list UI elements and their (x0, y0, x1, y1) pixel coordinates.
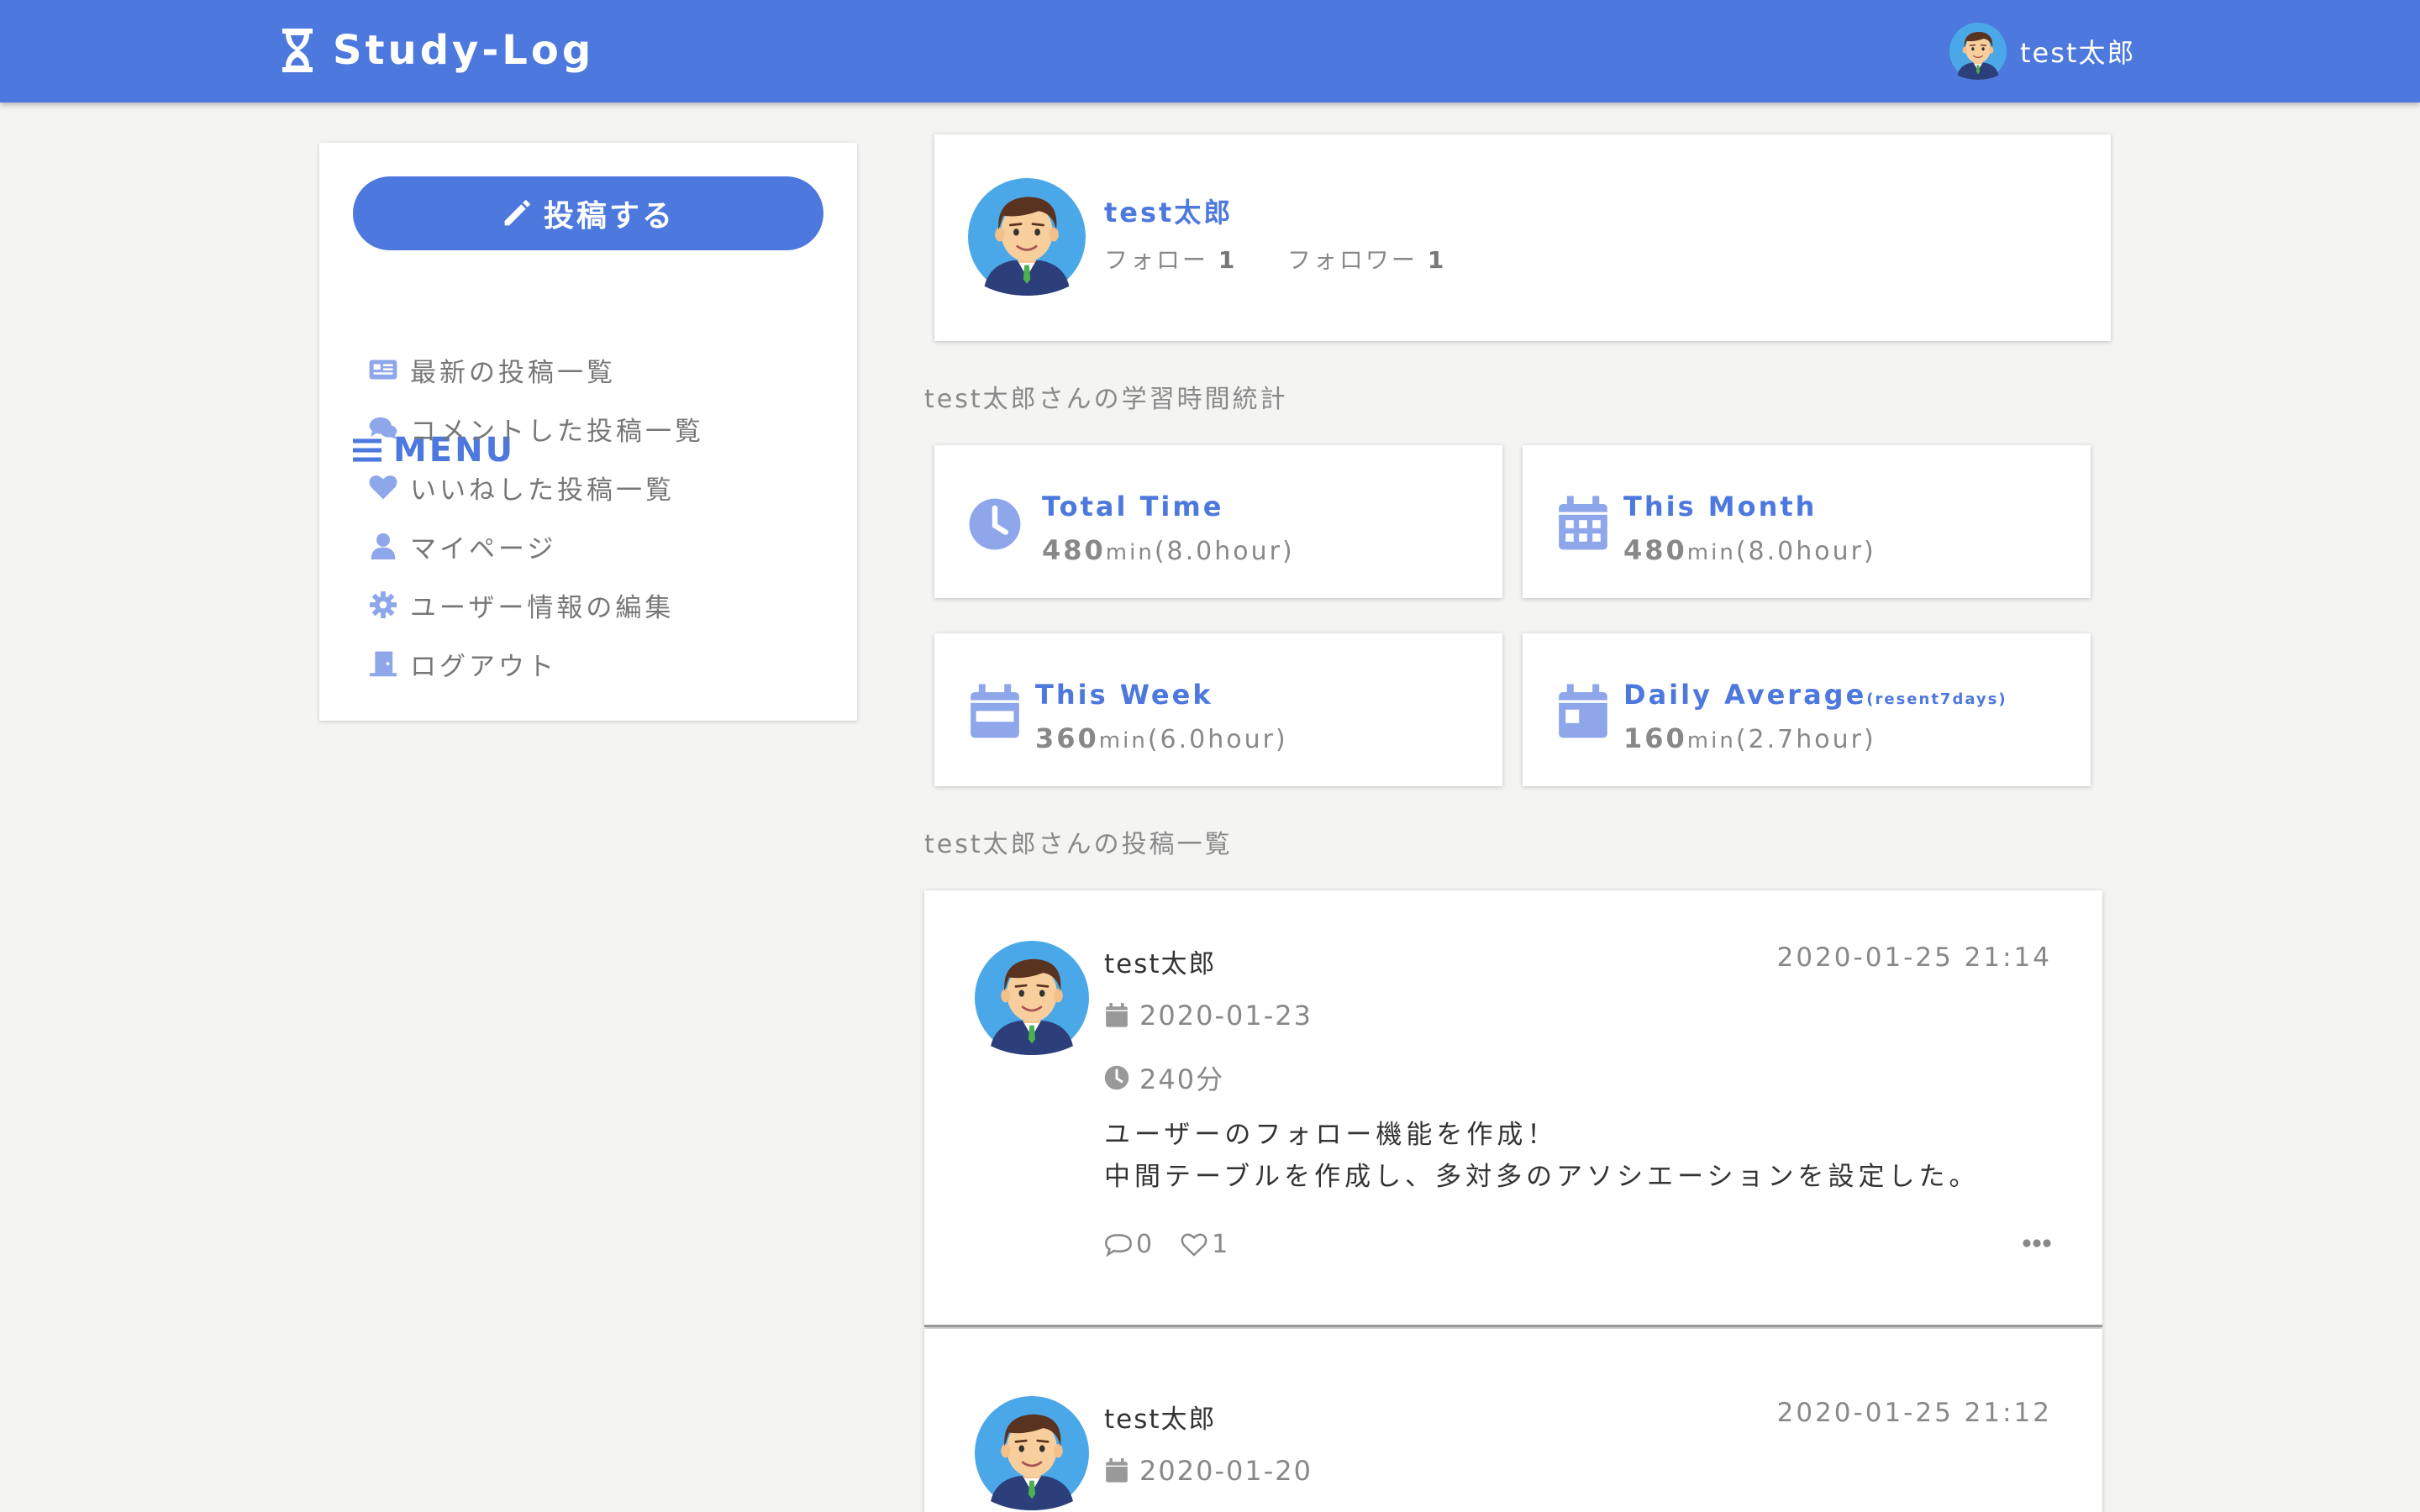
sidebar-item-latest-posts[interactable]: 最新の投稿一覧 (368, 349, 616, 391)
sidebar-item-logout[interactable]: ログアウト (368, 643, 557, 685)
sidebar-item-mypage[interactable]: マイページ (368, 525, 556, 567)
post-user-name[interactable]: test太郎 (1104, 942, 1217, 980)
follow-stats: フォロー 1 フォロワー 1 (1104, 242, 1446, 276)
stats-section-title: test太郎さんの学習時間統計 (924, 385, 1288, 414)
post-study-date-text: 2020-01-20 (1139, 1455, 1313, 1487)
stat-minutes: 480 (1623, 534, 1687, 566)
stat-hours: (8.0hour) (1735, 537, 1876, 566)
header-user-name: test太郎 (2020, 37, 2136, 69)
follow-count: 1 (1218, 246, 1238, 274)
stat-minutes: 160 (1623, 722, 1687, 754)
newspaper-icon (369, 360, 397, 380)
posts-section-title: test太郎さんの投稿一覧 (924, 830, 1233, 859)
avatar (1949, 23, 2007, 80)
calendar-icon (1106, 1003, 1128, 1027)
sidebar-item-label: ユーザー情報の編集 (410, 592, 675, 623)
new-post-button[interactable]: 投稿する (353, 176, 823, 250)
brand-name: Study-Log (333, 27, 595, 74)
calendar-day-icon (1559, 684, 1607, 738)
stat-value: 360min(6.0hour) (1035, 722, 1288, 754)
sidebar-item-label: いいねした投稿一覧 (410, 475, 675, 506)
stat-minutes: 360 (1035, 722, 1099, 754)
like-count: 1 (1212, 1230, 1231, 1259)
calendar-month-icon (1559, 496, 1607, 550)
post-study-date: 2020-01-23 (1104, 1000, 1313, 1032)
post-body-line: 中間テーブルを作成し、多対多のアソシエーションを設定した。 (1104, 1162, 1980, 1192)
post-actions: 0 1 (1104, 1230, 1230, 1259)
gear-icon (370, 591, 397, 618)
new-post-label: 投稿する (543, 199, 675, 234)
comment-count: 0 (1136, 1230, 1155, 1259)
avatar[interactable] (975, 1396, 1089, 1510)
stat-card-daily-average: Daily Average(resent7days) 160min(2.7hou… (1523, 633, 2091, 786)
follow-label: フォロー (1104, 246, 1209, 274)
profile-name[interactable]: test太郎 (1104, 192, 1233, 230)
avatar[interactable] (968, 178, 1086, 296)
stat-card-total: Total Time 480min(8.0hour) (934, 445, 1502, 598)
follower-count: 1 (1427, 246, 1447, 274)
stat-value: 480min(8.0hour) (1623, 534, 1876, 566)
follower-label: フォロワー (1286, 246, 1418, 274)
stat-hours: (8.0hour) (1154, 537, 1295, 566)
follower-link[interactable]: フォロワー 1 (1287, 246, 1446, 274)
more-options-icon[interactable] (2022, 1235, 2052, 1252)
heart-icon (369, 475, 397, 500)
stat-value: 480min(8.0hour) (1042, 534, 1295, 566)
stat-card-month: This Month 480min(8.0hour) (1523, 445, 2091, 598)
comments-icon (369, 417, 397, 440)
stat-minutes: 480 (1042, 534, 1106, 566)
post-timestamp: 2020-01-25 21:14 (1776, 942, 2052, 973)
post-study-date: 2020-01-20 (1104, 1455, 1313, 1487)
sidebar-item-label: ログアウト (410, 651, 557, 682)
stat-unit: min (1686, 540, 1736, 565)
user-icon (371, 533, 396, 559)
stat-label-note: (resent7days) (1866, 690, 2007, 708)
post-card[interactable]: test太郎 2020-01-25 21:12 2020-01-20 (924, 1329, 2102, 1512)
stat-hours: (6.0hour) (1147, 725, 1288, 754)
calendar-week-icon (971, 684, 1019, 738)
comment-icon (1105, 1233, 1132, 1257)
sidebar: 投稿する MENU 最新の投稿一覧 コメントした投稿一覧 いいねした投稿一覧 マ… (319, 143, 857, 721)
header-user-menu[interactable]: test太郎 (1949, 22, 2135, 81)
stat-unit: min (1105, 540, 1155, 565)
stat-unit: min (1098, 728, 1148, 753)
follow-link[interactable]: フォロー 1 (1104, 246, 1237, 274)
hourglass-icon (282, 29, 313, 72)
sidebar-item-label: コメントした投稿一覧 (410, 416, 704, 447)
sidebar-item-label: 最新の投稿一覧 (410, 357, 616, 388)
stat-value: 160min(2.7hour) (1623, 722, 1876, 754)
post-study-date-text: 2020-01-23 (1139, 1000, 1313, 1032)
avatar[interactable] (975, 941, 1089, 1055)
stat-label: Daily Average(resent7days) (1623, 679, 2007, 711)
sidebar-item-liked-posts[interactable]: いいねした投稿一覧 (368, 466, 675, 508)
post-body: ユーザーのフォロー機能を作成！ 中間テーブルを作成し、多対多のアソシエーションを… (1104, 1114, 1980, 1198)
like-button[interactable]: 1 (1180, 1230, 1230, 1259)
sidebar-item-label: マイページ (410, 533, 557, 564)
comment-button[interactable]: 0 (1104, 1230, 1155, 1259)
post-duration-text: 240分 (1139, 1063, 1225, 1095)
post-duration: 240分 (1104, 1058, 1224, 1097)
post-card[interactable]: test太郎 2020-01-25 21:14 2020-01-23 240分 … (924, 890, 2102, 1327)
pencil-icon (504, 199, 531, 226)
calendar-icon (1106, 1458, 1128, 1483)
door-icon (370, 651, 397, 677)
top-navbar: Study-Log test太郎 (0, 0, 2420, 102)
post-body-line: ユーザーのフォロー機能を作成！ (1104, 1120, 1558, 1150)
clock-icon (969, 498, 1021, 550)
stat-hours: (2.7hour) (1735, 725, 1876, 754)
clock-icon (1104, 1065, 1129, 1090)
stat-label: This Month (1623, 491, 1818, 522)
heart-outline-icon (1181, 1233, 1207, 1257)
stat-label-text: Daily Average (1623, 679, 1867, 711)
stat-label: Total Time (1042, 491, 1224, 522)
profile-card: test太郎 フォロー 1 フォロワー 1 (934, 134, 2111, 341)
stat-label: This Week (1035, 679, 1213, 711)
sidebar-item-edit-profile[interactable]: ユーザー情報の編集 (368, 584, 674, 626)
post-timestamp: 2020-01-25 21:12 (1776, 1398, 2052, 1428)
sidebar-item-commented-posts[interactable]: コメントした投稿一覧 (368, 407, 704, 449)
post-user-name[interactable]: test太郎 (1104, 1398, 1217, 1436)
brand-logo[interactable]: Study-Log (281, 20, 594, 81)
stat-card-week: This Week 360min(6.0hour) (934, 633, 1502, 786)
stat-unit: min (1686, 728, 1736, 753)
